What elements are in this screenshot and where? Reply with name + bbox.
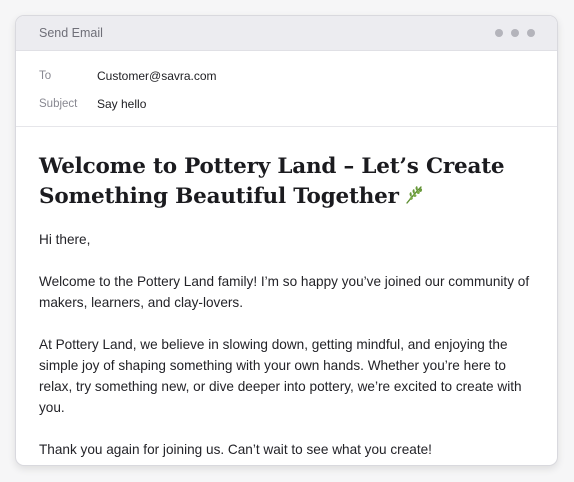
leaf-icon — [403, 184, 425, 215]
paragraph-about: At Pottery Land, we believe in slowing d… — [39, 337, 522, 415]
email-window: Send Email To Customer@savra.com Subject… — [15, 15, 558, 466]
email-heading-text: Welcome to Pottery Land – Let’s Create S… — [39, 154, 505, 209]
email-header: To Customer@savra.com Subject Say hello — [16, 51, 557, 127]
subject-field[interactable]: Say hello — [97, 97, 146, 111]
to-label: To — [39, 70, 52, 82]
paragraph-greeting: Hi there, — [39, 232, 91, 247]
email-heading: Welcome to Pottery Land – Let’s Create S… — [39, 152, 535, 215]
dot-icon — [511, 29, 519, 37]
subject-label: Subject — [39, 98, 78, 110]
subject-row: Subject Say hello — [39, 90, 557, 118]
to-field[interactable]: Customer@savra.com — [97, 69, 217, 83]
window-menu-dots[interactable] — [495, 29, 535, 37]
dot-icon — [527, 29, 535, 37]
window-titlebar: Send Email — [16, 16, 557, 51]
dot-icon — [495, 29, 503, 37]
to-row: To Customer@savra.com — [39, 62, 557, 90]
paragraph-welcome: Welcome to the Pottery Land family! I’m … — [39, 274, 530, 310]
paragraph-thanks: Thank you again for joining us. Can’t wa… — [39, 442, 432, 457]
email-body[interactable]: Welcome to Pottery Land – Let’s Create S… — [16, 127, 557, 460]
window-title: Send Email — [39, 26, 103, 40]
